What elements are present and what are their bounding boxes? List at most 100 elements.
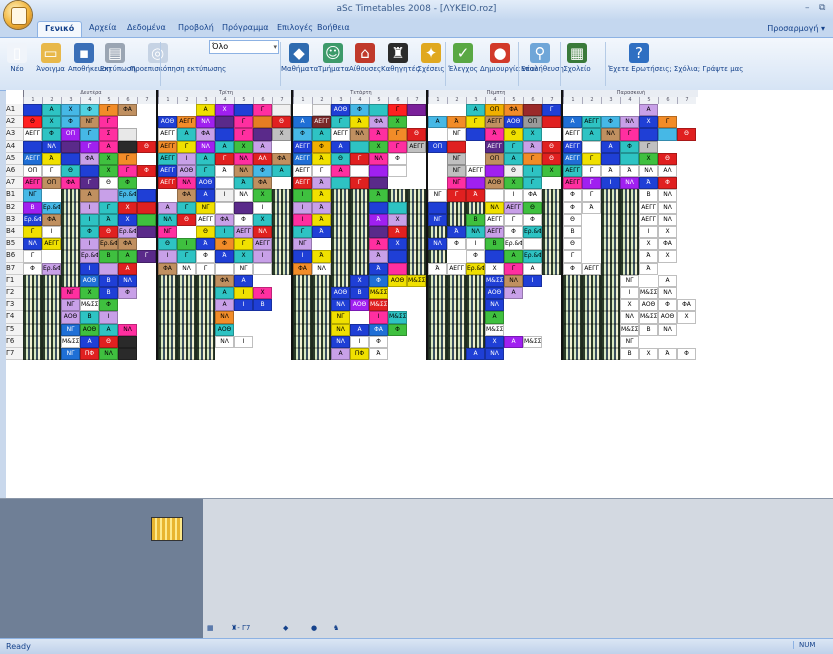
- lesson-cell[interactable]: [563, 287, 582, 300]
- lesson-cell[interactable]: [61, 262, 80, 275]
- lesson-cell[interactable]: Α: [428, 116, 447, 129]
- lesson-cell[interactable]: Χ: [61, 104, 80, 117]
- lesson-cell[interactable]: Χ: [272, 128, 291, 141]
- lesson-cell[interactable]: ΠΦ: [80, 348, 99, 361]
- lesson-cell[interactable]: Φ: [234, 213, 253, 226]
- lesson-cell[interactable]: ΝΓ: [158, 226, 177, 239]
- lesson-cell[interactable]: Μ&ΣΣ: [485, 274, 504, 287]
- bottom-tab[interactable]: ◆: [283, 624, 288, 632]
- lesson-cell[interactable]: [485, 165, 504, 178]
- lesson-cell[interactable]: Α: [523, 262, 542, 275]
- lesson-cell[interactable]: Ι: [293, 213, 312, 226]
- lesson-cell[interactable]: [523, 104, 542, 117]
- lesson-cell[interactable]: [542, 262, 561, 275]
- lesson-cell[interactable]: Γ: [23, 226, 42, 239]
- lesson-cell[interactable]: [137, 189, 156, 202]
- lesson-cell[interactable]: Φ: [369, 335, 388, 348]
- lesson-cell[interactable]: Μ&ΣΣ: [388, 311, 407, 324]
- lesson-cell[interactable]: ΝΛ: [99, 348, 118, 361]
- lesson-cell[interactable]: ΑΟΘ: [331, 104, 350, 117]
- lesson-cell[interactable]: ΝΛ: [658, 189, 677, 202]
- lesson-cell[interactable]: Θ: [272, 116, 291, 129]
- lesson-cell[interactable]: Θ: [99, 177, 118, 190]
- lesson-cell[interactable]: [582, 274, 601, 287]
- lesson-cell[interactable]: ΑΕΓΓ: [447, 262, 466, 275]
- lesson-cell[interactable]: ΦΑ: [158, 262, 177, 275]
- lesson-cell[interactable]: [563, 348, 582, 361]
- lesson-cell[interactable]: Α: [331, 348, 350, 361]
- lesson-cell[interactable]: ΦΑ: [293, 262, 312, 275]
- lesson-cell[interactable]: Α: [293, 116, 312, 129]
- lesson-cell[interactable]: [466, 335, 485, 348]
- lesson-cell[interactable]: [293, 287, 312, 300]
- lesson-cell[interactable]: Θ: [542, 152, 561, 165]
- lesson-cell[interactable]: Α: [215, 299, 234, 312]
- lesson-cell[interactable]: ΑΕΓΓ: [293, 165, 312, 178]
- lesson-cell[interactable]: ΝΛ: [485, 201, 504, 214]
- lesson-cell[interactable]: ΝΓ: [61, 323, 80, 336]
- lesson-cell[interactable]: Ι: [639, 226, 658, 239]
- lesson-cell[interactable]: ΑΕΓΓ: [407, 140, 426, 153]
- lesson-cell[interactable]: [407, 201, 426, 214]
- lesson-cell[interactable]: ΝΛ: [466, 226, 485, 239]
- lesson-cell[interactable]: [215, 201, 234, 214]
- lesson-cell[interactable]: [407, 226, 426, 239]
- lesson-cell[interactable]: Ά: [312, 201, 331, 214]
- lesson-cell[interactable]: [542, 201, 561, 214]
- lesson-cell[interactable]: ΝΛ: [158, 213, 177, 226]
- lesson-cell[interactable]: [42, 311, 61, 324]
- lesson-cell[interactable]: ΦΑ: [523, 189, 542, 202]
- lesson-cell[interactable]: Ι: [601, 177, 620, 190]
- lesson-cell[interactable]: Ά: [369, 250, 388, 263]
- lesson-cell[interactable]: Α: [466, 348, 485, 361]
- lesson-cell[interactable]: [407, 238, 426, 251]
- lesson-cell[interactable]: Α: [563, 116, 582, 129]
- lesson-cell[interactable]: ΦΑ: [504, 104, 523, 117]
- lesson-cell[interactable]: [215, 128, 234, 141]
- lesson-cell[interactable]: [388, 165, 407, 178]
- lesson-cell[interactable]: Γ: [582, 152, 601, 165]
- lesson-cell[interactable]: ΟΠ: [61, 128, 80, 141]
- lesson-cell[interactable]: Ά: [658, 348, 677, 361]
- lesson-cell[interactable]: Β: [563, 226, 582, 239]
- lesson-cell[interactable]: [350, 140, 369, 153]
- lesson-cell[interactable]: [369, 201, 388, 214]
- lesson-cell[interactable]: Α: [504, 335, 523, 348]
- lesson-cell[interactable]: [23, 311, 42, 324]
- lesson-cell[interactable]: Α: [639, 104, 658, 117]
- lesson-cell[interactable]: ΝΓ: [428, 189, 447, 202]
- lesson-cell[interactable]: Α: [253, 140, 272, 153]
- lesson-cell[interactable]: [428, 287, 447, 300]
- lesson-cell[interactable]: ΦΑ: [369, 116, 388, 129]
- lesson-cell[interactable]: Β: [253, 299, 272, 312]
- lesson-cell[interactable]: [158, 274, 177, 287]
- lesson-cell[interactable]: Γ: [504, 140, 523, 153]
- lesson-cell[interactable]: Ά: [485, 128, 504, 141]
- lesson-cell[interactable]: Θ: [99, 226, 118, 239]
- lesson-cell[interactable]: Ι: [234, 299, 253, 312]
- lesson-cell[interactable]: [388, 250, 407, 263]
- lesson-cell[interactable]: Χ: [388, 116, 407, 129]
- lesson-cell[interactable]: [620, 201, 639, 214]
- lesson-cell[interactable]: Ερ.&Φ: [118, 226, 137, 239]
- check-button[interactable]: ✓ Έλεγχος: [447, 38, 479, 90]
- lesson-cell[interactable]: [312, 335, 331, 348]
- lesson-cell[interactable]: [447, 274, 466, 287]
- lesson-cell[interactable]: [407, 189, 426, 202]
- lesson-cell[interactable]: [272, 238, 291, 251]
- lesson-cell[interactable]: Β: [620, 348, 639, 361]
- lesson-cell[interactable]: [350, 262, 369, 275]
- lesson-cell[interactable]: Φ: [504, 226, 523, 239]
- lesson-cell[interactable]: Α: [196, 104, 215, 117]
- lesson-cell[interactable]: ΝΓ: [620, 335, 639, 348]
- lesson-cell[interactable]: [61, 250, 80, 263]
- lesson-cell[interactable]: ΑΕΓΓ: [563, 165, 582, 178]
- lesson-cell[interactable]: ΝΛ: [234, 152, 253, 165]
- lesson-cell[interactable]: [215, 177, 234, 190]
- lesson-cell[interactable]: [428, 335, 447, 348]
- lesson-cell[interactable]: ΦΑ: [61, 177, 80, 190]
- personalize-menu[interactable]: Προσαρμογή ▾: [767, 24, 825, 33]
- lesson-cell[interactable]: Β: [99, 274, 118, 287]
- lesson-cell[interactable]: ΑΟΘ: [196, 177, 215, 190]
- lesson-cell[interactable]: Γ: [234, 238, 253, 251]
